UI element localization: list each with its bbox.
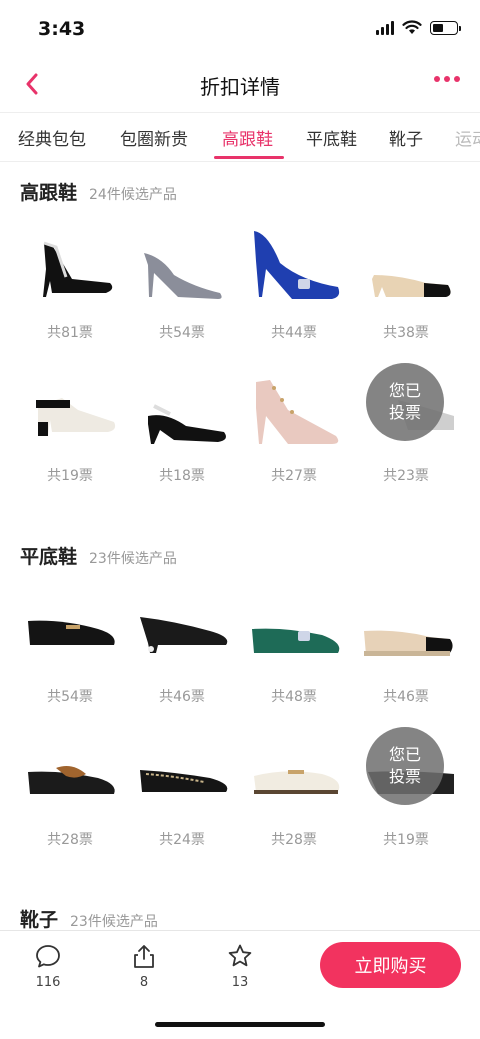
vote-count: 共38票 [383, 325, 429, 341]
tab-boots[interactable]: 靴子 [389, 125, 423, 150]
bottom-action-bar: 116 8 13 立即购买 [0, 930, 480, 1039]
active-tab-indicator [214, 156, 284, 159]
share-icon [134, 945, 154, 968]
tab-classic-bags[interactable]: 经典包包 [18, 125, 86, 150]
product-card[interactable]: 共19票 [20, 359, 120, 484]
status-icons [376, 20, 461, 35]
section-header: 高跟鞋 24件候选产品 [20, 178, 177, 205]
product-card[interactable]: 共54票 [132, 216, 232, 341]
product-card[interactable]: 共46票 [132, 580, 232, 705]
share-button[interactable]: 8 [114, 943, 174, 990]
vote-count: 共54票 [47, 689, 93, 705]
vote-count: 共44票 [271, 325, 317, 341]
voted-badge: 您已 投票 [366, 727, 444, 805]
product-card[interactable]: 您已 投票 共19票 [356, 723, 456, 848]
product-image [132, 723, 232, 813]
comment-button[interactable]: 116 [18, 943, 78, 990]
product-image [20, 359, 120, 449]
section-title: 高跟鞋 [20, 182, 78, 204]
favorite-count: 13 [231, 975, 249, 990]
product-image [244, 359, 344, 449]
vote-count: 共23票 [383, 468, 429, 484]
comment-icon [36, 945, 60, 968]
nav-bar: 折扣详情 [0, 58, 480, 110]
section-header: 平底鞋 23件候选产品 [20, 542, 177, 569]
comment-count: 116 [35, 975, 61, 990]
vote-count: 共46票 [159, 689, 205, 705]
product-image [20, 216, 120, 306]
vote-count: 共28票 [47, 832, 93, 848]
vote-count: 共48票 [271, 689, 317, 705]
product-image [132, 216, 232, 306]
vote-count: 共28票 [271, 832, 317, 848]
product-image [356, 580, 456, 670]
product-card[interactable]: 共38票 [356, 216, 456, 341]
voted-badge: 您已 投票 [366, 363, 444, 441]
tab-sport[interactable]: 运动 [455, 125, 480, 150]
section-header: 靴子 23件候选产品 [20, 905, 158, 932]
home-indicator [155, 1022, 325, 1027]
more-button[interactable] [434, 76, 460, 82]
vote-count: 共19票 [383, 832, 429, 848]
vote-count: 共24票 [159, 832, 205, 848]
section-subtitle: 24件候选产品 [89, 187, 177, 203]
tab-high-heels[interactable]: 高跟鞋 [222, 125, 273, 150]
more-dot-icon [434, 76, 440, 82]
product-card[interactable]: 您已 投票 共23票 [356, 359, 456, 484]
product-card[interactable]: 共54票 [20, 580, 120, 705]
product-card[interactable]: 共28票 [20, 723, 120, 848]
section-subtitle: 23件候选产品 [89, 551, 177, 567]
product-image [132, 580, 232, 670]
product-card[interactable]: 共24票 [132, 723, 232, 848]
wifi-icon [402, 20, 422, 34]
product-image [244, 580, 344, 670]
share-count: 8 [139, 975, 149, 990]
buy-now-button[interactable]: 立即购买 [320, 942, 461, 988]
more-dot-icon [444, 76, 450, 82]
status-time: 3:43 [38, 18, 86, 40]
vote-count: 共19票 [47, 468, 93, 484]
favorite-button[interactable]: 13 [210, 943, 270, 990]
vote-count: 共46票 [383, 689, 429, 705]
status-bar: 3:43 [0, 0, 480, 58]
vote-count: 共54票 [159, 325, 205, 341]
product-card[interactable]: 共18票 [132, 359, 232, 484]
vote-count: 共81票 [47, 325, 93, 341]
battery-icon [430, 20, 461, 35]
product-image [132, 359, 232, 449]
product-card[interactable]: 共44票 [244, 216, 344, 341]
product-card[interactable]: 共81票 [20, 216, 120, 341]
product-card[interactable]: 共48票 [244, 580, 344, 705]
product-image [20, 723, 120, 813]
product-image [244, 723, 344, 813]
product-card[interactable]: 共46票 [356, 580, 456, 705]
product-card[interactable]: 共27票 [244, 359, 344, 484]
page-title: 折扣详情 [200, 75, 280, 99]
product-image [244, 216, 344, 306]
more-dot-icon [454, 76, 460, 82]
vote-count: 共18票 [159, 468, 205, 484]
tab-flats[interactable]: 平底鞋 [306, 125, 357, 150]
star-icon [228, 944, 252, 967]
section-subtitle: 23件候选产品 [70, 914, 158, 930]
section-title: 平底鞋 [20, 546, 78, 568]
section-title: 靴子 [20, 909, 59, 931]
vote-count: 共27票 [271, 468, 317, 484]
tab-new-bags[interactable]: 包圈新贵 [120, 125, 188, 150]
signal-icon [376, 20, 394, 35]
category-tabs: 经典包包 包圈新贵 高跟鞋 平底鞋 靴子 运动 [0, 112, 480, 162]
product-image [20, 580, 120, 670]
product-image [356, 216, 456, 306]
product-card[interactable]: 共28票 [244, 723, 344, 848]
